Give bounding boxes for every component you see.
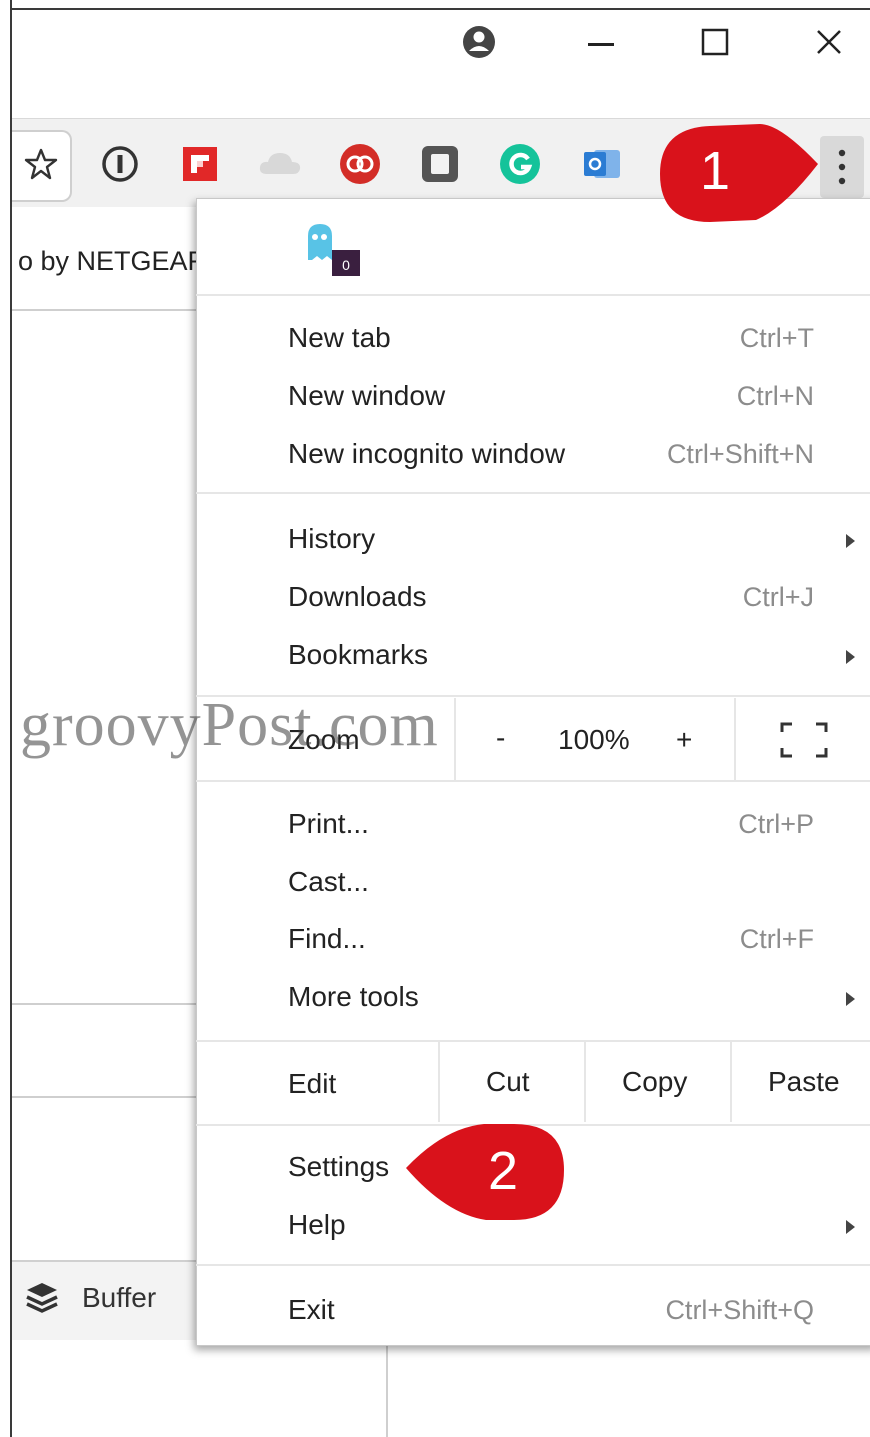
svg-text:0: 0 — [342, 257, 350, 273]
1password-icon[interactable] — [96, 140, 144, 188]
cloud-icon[interactable] — [256, 140, 304, 188]
edit-separator — [584, 1042, 586, 1122]
menu-item-print[interactable]: Print... Ctrl+P — [196, 800, 870, 852]
grammarly-icon[interactable] — [496, 140, 544, 188]
menu-item-label: More tools — [288, 981, 419, 1012]
menu-item-label: New window — [288, 380, 446, 411]
menu-item-new-tab[interactable]: New tab Ctrl+T — [196, 314, 870, 366]
menu-item-history[interactable]: History — [196, 515, 870, 567]
zoom-out-button[interactable]: - — [496, 722, 505, 754]
menu-item-bookmarks[interactable]: Bookmarks — [196, 631, 870, 683]
zoom-level: 100% — [558, 724, 630, 755]
menu-item-label: Bookmarks — [288, 639, 429, 670]
zoom-in-button[interactable]: + — [676, 724, 692, 756]
menu-item-shortcut: Ctrl+T — [739, 323, 814, 353]
edit-separator — [730, 1042, 732, 1122]
menu-item-label: Find... — [288, 923, 366, 954]
evernote-icon[interactable] — [416, 140, 464, 188]
menu-item-label: Edit — [288, 1068, 337, 1099]
buffer-icon — [24, 1280, 60, 1321]
menu-separator — [196, 492, 870, 494]
menu-item-label: Downloads — [288, 581, 427, 612]
menu-item-label: Exit — [288, 1294, 335, 1325]
edit-separator — [438, 1042, 440, 1122]
close-icon[interactable] — [802, 18, 856, 66]
buffer-label: Buffer — [82, 1282, 157, 1313]
star-icon — [24, 147, 58, 186]
menu-separator — [196, 1264, 870, 1266]
bookmark-star-button[interactable] — [12, 130, 72, 202]
divider — [12, 1096, 202, 1098]
watermark: groovyPost.com — [20, 691, 439, 759]
menu-item-label: New tab — [288, 322, 391, 353]
zoom-separator — [454, 698, 456, 780]
menu-item-shortcut: Ctrl+P — [738, 809, 814, 839]
three-dot-menu-icon[interactable] — [820, 136, 864, 198]
lastpass-icon[interactable] — [336, 140, 384, 188]
menu-item-shortcut: Ctrl+Shift+N — [666, 439, 814, 469]
submenu-arrow-icon — [846, 1220, 855, 1234]
divider — [12, 1003, 202, 1005]
copy-button[interactable]: Copy — [622, 1066, 687, 1098]
callout-2: 2 — [404, 1118, 568, 1231]
menu-item-label: Print... — [288, 808, 369, 839]
menu-item-shortcut: Ctrl+N — [736, 381, 814, 411]
menu-separator — [196, 294, 870, 296]
menu-item-label: New incognito window — [288, 438, 566, 469]
menu-item-more-tools[interactable]: More tools — [196, 973, 870, 1025]
submenu-arrow-icon — [846, 534, 855, 548]
menu-item-exit[interactable]: Exit Ctrl+Shift+Q — [196, 1286, 870, 1338]
menu-item-cast[interactable]: Cast... — [196, 858, 870, 910]
menu-item-label: Cast... — [288, 866, 369, 897]
minimize-icon[interactable] — [574, 18, 628, 66]
menu-item-shortcut: Ctrl+F — [739, 924, 814, 954]
menu-item-downloads[interactable]: Downloads Ctrl+J — [196, 573, 870, 625]
submenu-arrow-icon — [846, 650, 855, 664]
divider — [12, 309, 202, 311]
profile-icon[interactable] — [452, 18, 506, 66]
ghostery-icon[interactable]: 0 — [302, 222, 362, 285]
menu-item-shortcut: Ctrl+Shift+Q — [665, 1295, 814, 1325]
menu-item-label: Settings — [288, 1151, 390, 1182]
callout-1: 1 — [650, 118, 820, 235]
outlook-icon[interactable] — [578, 140, 626, 188]
page-tab-text: o by NETGEAR — [18, 246, 208, 276]
callout-number: 1 — [700, 141, 731, 201]
divider — [386, 1345, 388, 1437]
maximize-icon[interactable] — [688, 18, 742, 66]
menu-item-label: Help — [288, 1209, 346, 1240]
zoom-separator — [734, 698, 736, 780]
menu-item-find[interactable]: Find... Ctrl+F — [196, 915, 870, 967]
menu-item-new-window[interactable]: New window Ctrl+N — [196, 372, 870, 424]
menu-separator — [196, 780, 870, 782]
fullscreen-icon[interactable] — [780, 722, 828, 763]
menu-item-label: History — [288, 523, 376, 554]
submenu-arrow-icon — [846, 992, 855, 1006]
cut-button[interactable]: Cut — [486, 1066, 530, 1098]
menu-item-edit: Edit Cut Copy Paste — [196, 1042, 870, 1122]
flipboard-icon[interactable] — [176, 140, 224, 188]
menu-item-shortcut: Ctrl+J — [742, 582, 814, 612]
callout-number: 2 — [488, 1141, 519, 1201]
paste-button[interactable]: Paste — [768, 1066, 840, 1098]
menu-item-new-incognito-window[interactable]: New incognito window Ctrl+Shift+N — [196, 430, 870, 482]
